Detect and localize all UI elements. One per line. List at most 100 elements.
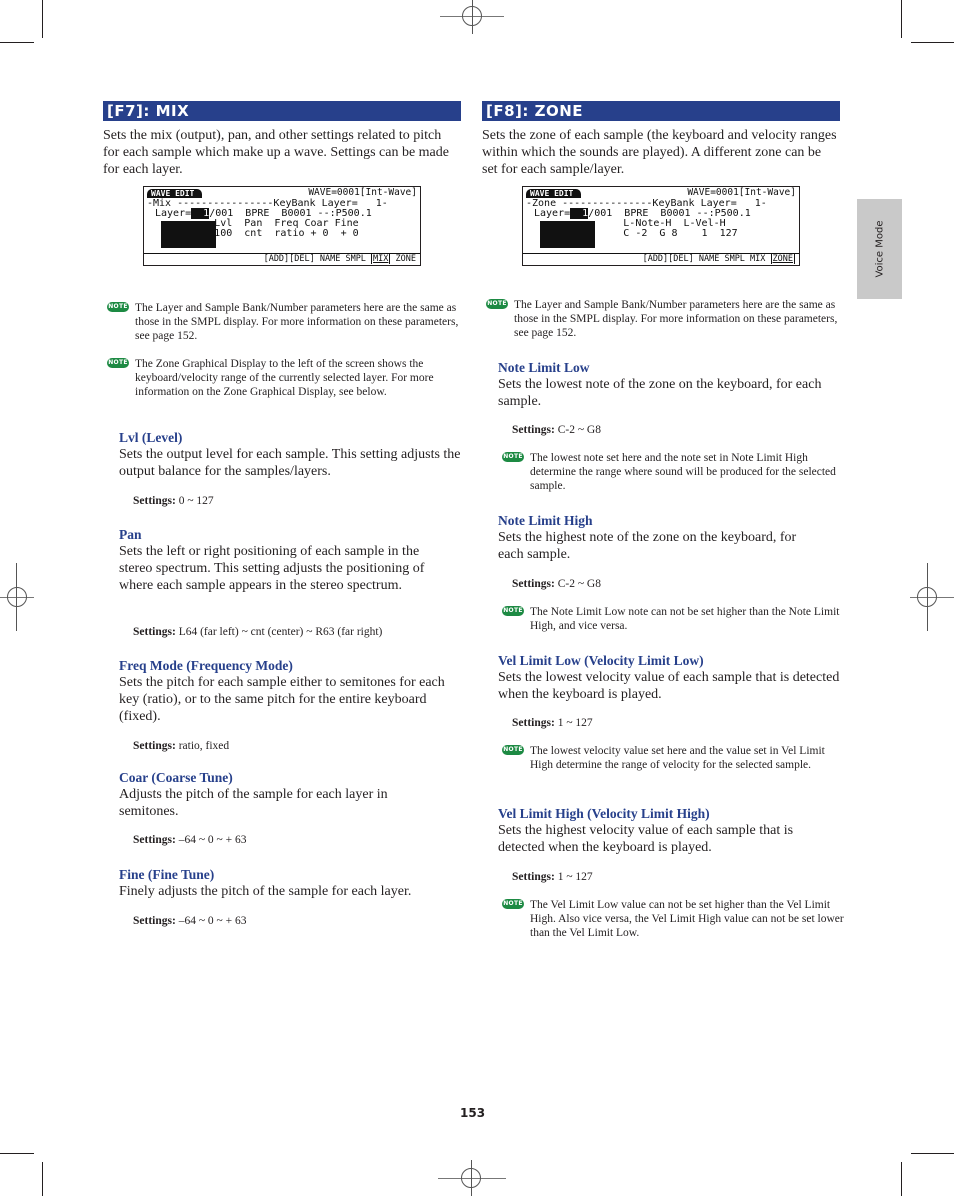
param-desc: Sets the left or right positioning of ea… [119, 544, 425, 593]
note: NOTE The Layer and Sample Bank/Number pa… [107, 301, 465, 343]
param-title: Fine (Fine Tune) [119, 867, 215, 882]
param-settings: Settings: C-2 ~ G8 [512, 423, 601, 437]
note: NOTE The lowest note set here and the no… [502, 451, 845, 493]
param-desc: Sets the pitch for each sample either to… [119, 675, 445, 724]
settings-label: Settings: [133, 626, 176, 638]
note-text: The lowest velocity value set here and t… [530, 745, 825, 771]
lcd-param-values: 100 cnt ratio + 0 + 0 [160, 228, 359, 239]
lcd-menu-selected: MIX [371, 254, 391, 264]
settings-value: –64 ~ 0 ~ + 63 [178, 834, 247, 846]
settings-label: Settings: [512, 717, 555, 729]
param-fine: Fine (Fine Tune) Finely adjusts the pitc… [119, 867, 464, 900]
param-note-limit-high: Note Limit High Sets the highest note of… [498, 513, 843, 563]
crop-mark [0, 1153, 34, 1154]
param-desc: Sets the lowest velocity value of each s… [498, 670, 840, 702]
param-settings: Settings: 1 ~ 127 [512, 716, 593, 730]
settings-label: Settings: [133, 740, 176, 752]
note: NOTE The Zone Graphical Display to the l… [107, 357, 465, 399]
crop-mark [901, 1162, 902, 1196]
param-title: Vel Limit Low (Velocity Limit Low) [498, 653, 704, 668]
param-settings: Settings: ratio, fixed [133, 739, 229, 753]
param-desc: Sets the lowest note of the zone on the … [498, 377, 822, 409]
param-title: Freq Mode (Frequency Mode) [119, 658, 293, 673]
param-settings: Settings: C-2 ~ G8 [512, 577, 601, 591]
lcd-menu-selected: ZONE [770, 254, 795, 264]
lcd-menu-bar: [ADD][DEL] NAME SMPL MIX ZONE [144, 253, 420, 265]
crop-mark [0, 42, 34, 43]
note-text: The lowest note set here and the note se… [530, 452, 836, 492]
settings-label: Settings: [512, 424, 555, 436]
param-settings: Settings: –64 ~ 0 ~ + 63 [133, 914, 247, 928]
param-freq-mode: Freq Mode (Frequency Mode) Sets the pitc… [119, 658, 464, 725]
param-title: Pan [119, 527, 142, 542]
param-lvl: Lvl (Level) Sets the output level for ea… [119, 430, 464, 480]
lcd-menu-items: ZONE [390, 254, 416, 264]
section-f7-mix: [F7]: MIX Sets the mix (output), pan, an… [103, 101, 461, 178]
param-title: Coar (Coarse Tune) [119, 770, 233, 785]
param-settings: Settings: L64 (far left) ~ cnt (center) … [133, 625, 382, 639]
param-desc: Sets the highest velocity value of each … [498, 823, 794, 855]
settings-value: C-2 ~ G8 [557, 578, 601, 590]
section-f8-zone: [F8]: ZONE Sets the zone of each sample … [482, 101, 840, 178]
note: NOTE The lowest velocity value set here … [502, 744, 845, 772]
note-text: The Layer and Sample Bank/Number paramet… [135, 302, 459, 342]
note-text: The Zone Graphical Display to the left o… [135, 358, 434, 398]
param-vel-limit-low: Vel Limit Low (Velocity Limit Low) Sets … [498, 653, 843, 703]
lcd-screen-zone: WAVE EDIT WAVE=0001[Int-Wave] -Zone ----… [522, 186, 800, 266]
note-icon: NOTE [486, 299, 508, 309]
param-title: Vel Limit High (Velocity Limit High) [498, 806, 710, 821]
lcd-menu-items: [ADD][DEL] NAME SMPL [263, 254, 372, 264]
param-desc: Sets the highest note of the zone on the… [498, 530, 797, 562]
section-side-tab: Voice Mode [857, 199, 902, 299]
lcd-mode-tag: WAVE EDIT [526, 189, 582, 198]
param-desc: Sets the output level for each sample. T… [119, 447, 461, 479]
param-desc: Adjusts the pitch of the sample for each… [119, 787, 388, 819]
settings-value: C-2 ~ G8 [557, 424, 601, 436]
lcd-menu-items: [ADD][DEL] NAME SMPL MIX [642, 254, 771, 264]
settings-value: –64 ~ 0 ~ + 63 [178, 915, 247, 927]
section-intro: Sets the zone of each sample (the keyboa… [482, 128, 837, 177]
lcd-param-values: C -2 G 8 1 127 [539, 228, 738, 239]
param-pan: Pan Sets the left or right positioning o… [119, 527, 464, 594]
param-note-limit-low: Note Limit Low Sets the lowest note of t… [498, 360, 843, 410]
note-icon: NOTE [107, 358, 129, 368]
settings-value: 1 ~ 127 [557, 717, 593, 729]
note: NOTE The Note Limit Low note can not be … [502, 605, 845, 633]
note-icon: NOTE [502, 899, 524, 909]
settings-label: Settings: [133, 834, 176, 846]
crop-mark [911, 1153, 954, 1154]
note-text: The Vel Limit Low value can not be set h… [530, 899, 844, 939]
note-icon: NOTE [107, 302, 129, 312]
lcd-wave-name: WAVE=0001[Int-Wave] [308, 187, 417, 198]
lcd-screen-mix: WAVE EDIT WAVE=0001[Int-Wave] -Mix -----… [143, 186, 421, 266]
settings-label: Settings: [512, 871, 555, 883]
note-text: The Note Limit Low note can not be set h… [530, 606, 840, 632]
settings-value: L64 (far left) ~ cnt (center) ~ R63 (far… [178, 626, 383, 638]
param-vel-limit-high: Vel Limit High (Velocity Limit High) Set… [498, 806, 843, 856]
settings-label: Settings: [133, 915, 176, 927]
param-title: Note Limit High [498, 513, 593, 528]
note-icon: NOTE [502, 745, 524, 755]
note: NOTE The Vel Limit Low value can not be … [502, 898, 845, 940]
note-text: The Layer and Sample Bank/Number paramet… [514, 299, 838, 339]
note-icon: NOTE [502, 606, 524, 616]
settings-label: Settings: [133, 495, 176, 507]
lcd-wave-name: WAVE=0001[Int-Wave] [687, 187, 796, 198]
settings-value: 1 ~ 127 [557, 871, 593, 883]
param-title: Note Limit Low [498, 360, 590, 375]
crop-mark [42, 1162, 43, 1196]
crop-mark [911, 42, 954, 43]
section-intro: Sets the mix (output), pan, and other se… [103, 128, 449, 177]
section-heading: [F7]: MIX [103, 101, 461, 121]
lcd-menu-bar: [ADD][DEL] NAME SMPL MIX ZONE [523, 253, 799, 265]
param-settings: Settings: 1 ~ 127 [512, 870, 593, 884]
param-settings: Settings: –64 ~ 0 ~ + 63 [133, 833, 247, 847]
param-coar: Coar (Coarse Tune) Adjusts the pitch of … [119, 770, 464, 820]
settings-label: Settings: [512, 578, 555, 590]
section-heading: [F8]: ZONE [482, 101, 840, 121]
param-title: Lvl (Level) [119, 430, 183, 445]
lcd-mode-tag: WAVE EDIT [147, 189, 203, 198]
settings-value: 0 ~ 127 [178, 495, 214, 507]
page-number: 153 [460, 1106, 486, 1120]
param-settings: Settings: 0 ~ 127 [133, 494, 214, 508]
